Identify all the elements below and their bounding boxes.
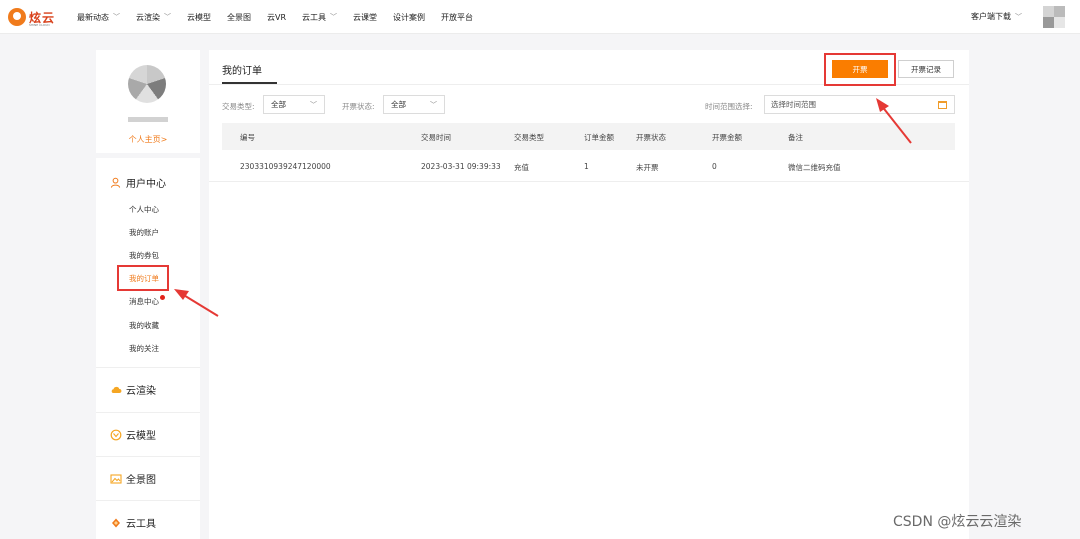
profile-home-link[interactable]: 个人主页> (96, 134, 200, 145)
highlight-box-my-orders (117, 265, 169, 291)
nav-item-cloud-vr[interactable]: 云VR (267, 12, 286, 23)
nav-item-open-platform[interactable]: 开放平台 (441, 12, 473, 23)
chevron-down-icon: ﹀ (310, 101, 317, 109)
profile-avatar[interactable] (128, 65, 166, 103)
invoice-amount: 0 (712, 162, 717, 171)
remark: 微信二维码充值 (788, 163, 841, 172)
column-header: 编号 (240, 133, 255, 142)
column-header: 开票状态 (636, 133, 666, 142)
sidebar-section-cloud-model[interactable]: 云模型 (110, 427, 156, 442)
sidebar-item-personal-center[interactable]: 个人中心 (129, 204, 159, 215)
cloud-icon (111, 386, 122, 393)
sidebar-item-messages[interactable]: 消息中心 (129, 295, 165, 307)
watermark: CSDN @炫云云渲染 (893, 514, 1022, 530)
unread-dot-icon (160, 295, 165, 300)
sidebar-section-panorama[interactable]: 全景图 (110, 471, 156, 486)
invoice-status-select[interactable]: 全部 ﹀ (383, 95, 445, 114)
table-row[interactable]: 2303310939247120000 2023-03-31 09:39:33 … (209, 151, 969, 182)
chevron-down-icon: ﹀ (1015, 12, 1022, 21)
trade-type-value: 全部 (271, 100, 286, 109)
column-header: 交易类型 (514, 133, 544, 142)
order-amount: 1 (584, 162, 589, 171)
section-label: 云模型 (126, 431, 156, 442)
nav-item-panorama[interactable]: 全景图 (227, 12, 251, 23)
invoice-records-button[interactable]: 开票记录 (898, 60, 954, 78)
column-header: 订单金额 (584, 133, 614, 142)
order-number: 2303310939247120000 (240, 162, 331, 171)
trade-time: 2023-03-31 09:39:33 (421, 162, 501, 171)
nav-item-cloud-class[interactable]: 云课堂 (353, 12, 377, 23)
column-header: 备注 (788, 133, 803, 142)
section-label: 云渲染 (126, 386, 156, 397)
nav-item-cloud-tools[interactable]: 云工具 ﹀ (302, 12, 337, 23)
nav-item-news[interactable]: 最新动态 ﹀ (77, 12, 120, 23)
nav-item-design-cases[interactable]: 设计案例 (393, 12, 425, 23)
client-download-menu[interactable]: 客户端下载 ﹀ (971, 11, 1022, 22)
model-icon (110, 429, 122, 440)
section-label: 全景图 (126, 475, 156, 486)
trade-type: 充值 (514, 163, 529, 172)
invoice-status: 未开票 (636, 163, 659, 172)
sidebar-item-my-follows[interactable]: 我的关注 (129, 343, 159, 354)
user-center-title: 用户中心 (126, 179, 166, 190)
profile-card: 个人主页> (96, 50, 200, 153)
highlight-box-invoice (824, 53, 896, 86)
profile-username-blurred (128, 117, 168, 122)
divider (96, 412, 200, 413)
orders-panel: 我的订单 开票 开票记录 交易类型: 全部 ﹀ 开票状态: 全部 ﹀ 时间范围选… (209, 50, 969, 539)
nav-item-cloud-render[interactable]: 云渲染 ﹀ (136, 12, 171, 23)
sidebar-section-cloud-render[interactable]: 云渲染 (110, 382, 156, 397)
time-range-label: 时间范围选择: (705, 102, 753, 111)
divider (96, 367, 200, 368)
site-logo[interactable]: 炫云 SHINE CLOUD (8, 7, 55, 27)
chevron-down-icon: ﹀ (330, 13, 338, 21)
divider (96, 500, 200, 501)
calendar-icon[interactable] (938, 101, 947, 109)
time-range-picker[interactable]: 选择时间范围 (764, 95, 955, 114)
user-center-header[interactable]: 用户中心 (110, 175, 166, 190)
tool-icon (112, 518, 120, 527)
nav-item-cloud-model[interactable]: 云模型 (187, 12, 211, 23)
invoice-status-value: 全部 (391, 100, 406, 109)
chevron-down-icon: ﹀ (430, 101, 437, 109)
logo-subtext: SHINE CLOUD (29, 23, 50, 27)
table-header: 编号 交易时间 交易类型 订单金额 开票状态 开票金额 备注 (222, 123, 955, 150)
section-label: 云工具 (126, 519, 156, 530)
sidebar-item-my-account[interactable]: 我的账户 (129, 227, 159, 238)
client-download-label: 客户端下载 (971, 12, 1011, 21)
panorama-icon (110, 473, 122, 484)
sidebar-item-my-favorites[interactable]: 我的收藏 (129, 320, 159, 331)
time-range-placeholder: 选择时间范围 (771, 100, 816, 109)
main-nav: 最新动态 ﹀ 云渲染 ﹀ 云模型 全景图 云VR 云工具 ﹀ 云课堂 设计案例 开放平… (77, 0, 489, 34)
logo-mark-icon (8, 8, 26, 26)
messages-label: 消息中心 (129, 297, 159, 306)
invoice-status-label: 开票状态: (342, 102, 375, 111)
sidebar-menu: 用户中心 个人中心 我的账户 我的券包 我的订单 消息中心 我的收藏 我的关注 … (96, 158, 200, 539)
trade-type-select[interactable]: 全部 ﹀ (263, 95, 325, 114)
sidebar-section-cloud-tools[interactable]: 云工具 (110, 515, 156, 530)
top-nav: 炫云 SHINE CLOUD 最新动态 ﹀ 云渲染 ﹀ 云模型 全景图 云VR 云工… (0, 0, 1080, 34)
divider (96, 456, 200, 457)
chevron-down-icon: ﹀ (164, 13, 171, 21)
trade-type-label: 交易类型: (222, 102, 255, 111)
column-header: 开票金额 (712, 133, 742, 142)
user-icon (110, 177, 121, 188)
column-header: 交易时间 (421, 133, 451, 142)
chevron-down-icon: ﹀ (113, 13, 120, 21)
user-avatar[interactable] (1043, 6, 1065, 28)
sidebar-item-my-coupons[interactable]: 我的券包 (129, 250, 159, 261)
page-title: 我的订单 (222, 66, 262, 77)
